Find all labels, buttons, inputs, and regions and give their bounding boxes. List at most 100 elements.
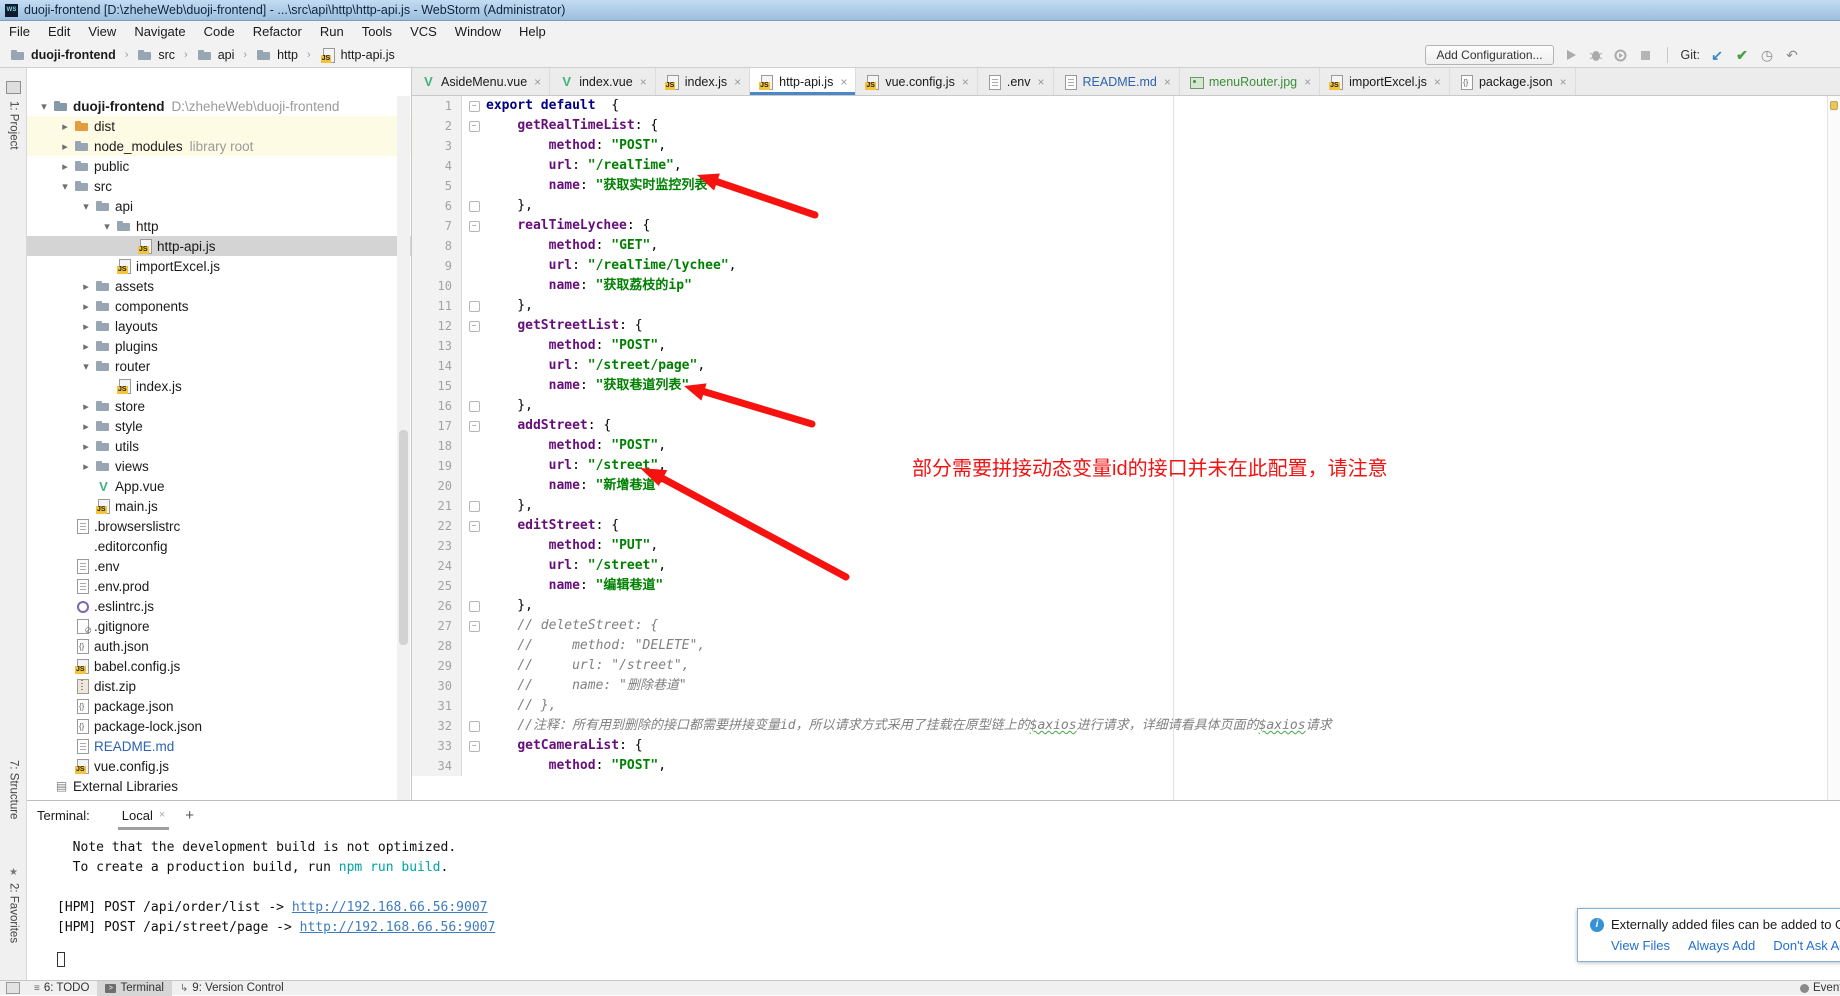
tree-item[interactable]: vue.config.js: [27, 756, 411, 776]
menu-item-refactor[interactable]: Refactor: [244, 21, 311, 42]
fold-end-icon[interactable]: [469, 401, 480, 412]
menu-item-tools[interactable]: Tools: [353, 21, 401, 42]
terminal-link[interactable]: http://192.168.66.56:9007: [300, 920, 496, 935]
close-tab-icon[interactable]: ×: [534, 75, 541, 89]
chevron-down-icon[interactable]: ▾: [77, 360, 95, 373]
event-log-button[interactable]: Event Log: [1800, 982, 1840, 994]
tree-item[interactable]: ▸store: [27, 396, 411, 416]
tree-item[interactable]: auth.json: [27, 636, 411, 656]
status-bar-item-vcs[interactable]: ↳9: Version Control: [172, 981, 292, 996]
code-editor[interactable]: 1−export default {2− getRealTimeList: {3…: [412, 96, 1840, 800]
tool-window-button-structure[interactable]: 7: Structure: [0, 756, 27, 819]
chevron-down-icon[interactable]: ▾: [77, 200, 95, 213]
status-bar-item-todo[interactable]: ≡6: TODO: [26, 981, 97, 996]
chevron-right-icon[interactable]: ▸: [77, 460, 95, 473]
chevron-right-icon[interactable]: ▸: [77, 420, 95, 433]
tree-item[interactable]: ▸utils: [27, 436, 411, 456]
close-tab-icon[interactable]: ×: [1037, 75, 1044, 89]
notification-action-link[interactable]: Don't Ask Agai: [1773, 938, 1840, 953]
menu-item-view[interactable]: View: [79, 21, 125, 42]
tree-item[interactable]: ▤External Libraries: [27, 776, 411, 796]
tree-item[interactable]: babel.config.js: [27, 656, 411, 676]
fold-collapse-icon[interactable]: −: [469, 101, 480, 112]
tree-item[interactable]: ▸style: [27, 416, 411, 436]
tree-item[interactable]: .gitignore: [27, 616, 411, 636]
tree-item[interactable]: ▸components: [27, 296, 411, 316]
tree-item[interactable]: .env: [27, 556, 411, 576]
debug-bug-icon[interactable]: [1588, 47, 1604, 63]
fold-collapse-icon[interactable]: −: [469, 121, 480, 132]
inspection-warning-mark[interactable]: [1830, 101, 1838, 110]
chevron-right-icon[interactable]: ▸: [56, 120, 74, 133]
tree-item[interactable]: VApp.vue: [27, 476, 411, 496]
tree-item[interactable]: .env.prod: [27, 576, 411, 596]
error-stripe[interactable]: [1827, 96, 1840, 800]
terminal-link[interactable]: http://192.168.66.56:9007: [292, 900, 488, 915]
fold-collapse-icon[interactable]: −: [469, 621, 480, 632]
notification-action-link[interactable]: Always Add: [1688, 938, 1755, 953]
tree-item[interactable]: ▸public: [27, 156, 411, 176]
notification-action-link[interactable]: View Files: [1611, 938, 1670, 953]
breadcrumb-item[interactable]: src: [137, 47, 175, 63]
chevron-right-icon[interactable]: ▸: [77, 400, 95, 413]
tool-window-button-favorites[interactable]: ★ 2: Favorites: [0, 863, 27, 943]
menu-item-window[interactable]: Window: [446, 21, 510, 42]
fold-end-icon[interactable]: [469, 721, 480, 732]
chevron-right-icon[interactable]: ▸: [56, 140, 74, 153]
tree-item[interactable]: ▸node_moduleslibrary root: [27, 136, 411, 156]
editor-tab[interactable]: package.json×: [1450, 68, 1576, 95]
tree-item[interactable]: .eslintrc.js: [27, 596, 411, 616]
menu-item-edit[interactable]: Edit: [39, 21, 79, 42]
fold-end-icon[interactable]: [469, 601, 480, 612]
chevron-down-icon[interactable]: ▾: [56, 180, 74, 193]
chevron-right-icon[interactable]: ▸: [77, 340, 95, 353]
run-icon[interactable]: [1563, 47, 1579, 63]
editor-tab[interactable]: menuRouter.jpg×: [1180, 68, 1320, 95]
close-tab-icon[interactable]: ×: [840, 75, 847, 89]
fold-end-icon[interactable]: [469, 501, 480, 512]
project-tree-scrollbar-thumb[interactable]: [399, 430, 408, 645]
menu-item-navigate[interactable]: Navigate: [125, 21, 194, 42]
tree-item[interactable]: ▸dist: [27, 116, 411, 136]
history-clock-icon[interactable]: ◷: [1759, 47, 1775, 63]
tree-item[interactable]: ▸assets: [27, 276, 411, 296]
tree-item[interactable]: ▾api: [27, 196, 411, 216]
editor-tab[interactable]: vue.config.js×: [856, 68, 978, 95]
tool-window-corner-icon[interactable]: [6, 982, 20, 994]
menu-item-run[interactable]: Run: [311, 21, 353, 42]
chevron-right-icon[interactable]: ▸: [77, 300, 95, 313]
fold-collapse-icon[interactable]: −: [469, 741, 480, 752]
fold-collapse-icon[interactable]: −: [469, 221, 480, 232]
close-tab-icon[interactable]: ×: [1164, 75, 1171, 89]
menu-item-code[interactable]: Code: [195, 21, 244, 42]
tree-item[interactable]: ▸layouts: [27, 316, 411, 336]
tree-item[interactable]: .browserslistrc: [27, 516, 411, 536]
tree-item[interactable]: dist.zip: [27, 676, 411, 696]
tree-item[interactable]: index.js: [27, 376, 411, 396]
close-tab-icon[interactable]: ×: [1434, 75, 1441, 89]
editor-tab[interactable]: VAsideMenu.vue×: [412, 68, 550, 95]
chevron-right-icon[interactable]: ▸: [77, 320, 95, 333]
terminal-output[interactable]: Note that the development build is not o…: [27, 838, 1840, 968]
tree-item[interactable]: .editorconfig: [27, 536, 411, 556]
tree-item[interactable]: ▾http: [27, 216, 411, 236]
revert-icon[interactable]: ↶: [1784, 47, 1800, 63]
close-tab-icon[interactable]: ×: [1560, 75, 1567, 89]
breadcrumb-item[interactable]: http-api.js: [320, 47, 395, 63]
editor-tab[interactable]: Vindex.vue×: [550, 68, 656, 95]
git-update-icon[interactable]: ↙: [1709, 47, 1725, 63]
tree-item[interactable]: importExcel.js: [27, 256, 411, 276]
tree-item[interactable]: package.json: [27, 696, 411, 716]
new-terminal-session-button[interactable]: +: [185, 807, 194, 824]
chevron-right-icon[interactable]: ▸: [77, 280, 95, 293]
editor-tab[interactable]: .env×: [978, 68, 1054, 95]
tree-item[interactable]: README.md: [27, 736, 411, 756]
editor-tab[interactable]: http-api.js×: [750, 68, 856, 95]
fold-collapse-icon[interactable]: −: [469, 321, 480, 332]
fold-collapse-icon[interactable]: −: [469, 521, 480, 532]
close-tab-icon[interactable]: ×: [640, 75, 647, 89]
breadcrumb-item[interactable]: duoji-frontend: [10, 47, 116, 63]
tree-item[interactable]: package-lock.json: [27, 716, 411, 736]
close-tab-icon[interactable]: ×: [734, 75, 741, 89]
chevron-right-icon[interactable]: ▸: [77, 440, 95, 453]
